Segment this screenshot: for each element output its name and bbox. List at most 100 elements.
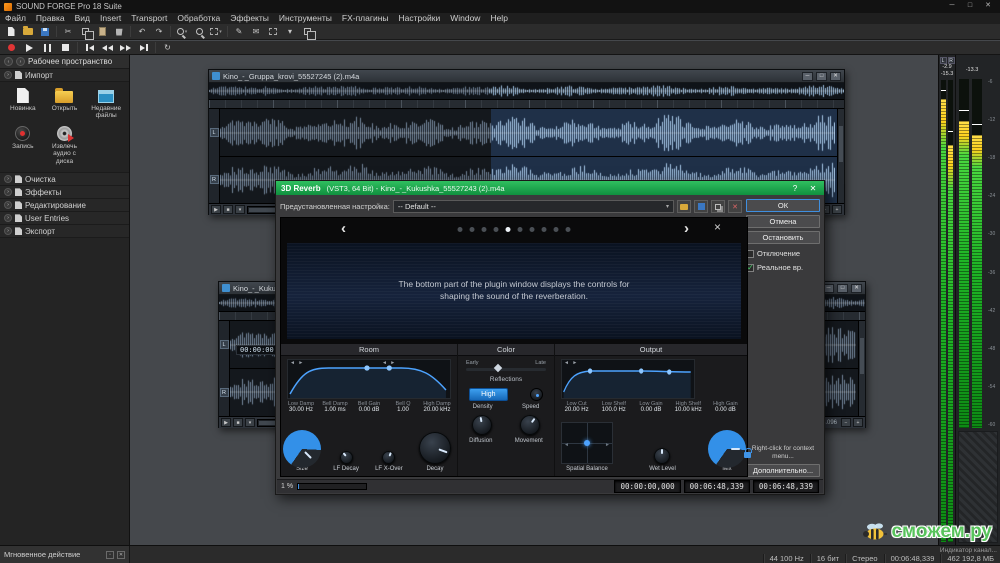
save-button[interactable] — [37, 25, 53, 39]
density-mode-button[interactable]: High — [469, 388, 507, 401]
param[interactable]: Bell Damp 1.00 ms — [318, 401, 352, 413]
reflections-slider[interactable]: Early Late — [466, 360, 546, 373]
tile-recent-files[interactable]: Недавние файлы — [86, 86, 126, 122]
forward-button[interactable] — [117, 42, 134, 54]
slider-track[interactable] — [466, 368, 546, 371]
tile-open[interactable]: Открыть — [45, 86, 85, 122]
menu-item[interactable]: Help — [485, 13, 512, 24]
sidebar-section[interactable]: › Редактирование — [0, 199, 129, 212]
menu-item[interactable]: Transport — [126, 13, 172, 24]
pause-button[interactable] — [39, 42, 56, 54]
event-tool-button[interactable] — [265, 25, 281, 39]
param[interactable]: Bell Gain 0.00 dB — [352, 401, 386, 413]
menu-item[interactable]: Вид — [70, 13, 95, 24]
new-file-button[interactable] — [3, 25, 19, 39]
preset-open-button[interactable] — [677, 200, 691, 213]
mini-marker-button[interactable]: ▾ — [235, 205, 245, 214]
doc-close-button[interactable]: ✕ — [830, 72, 841, 81]
zoom-out-button[interactable]: − — [841, 418, 851, 427]
pager-close-button[interactable]: × — [714, 220, 721, 234]
dock-icon[interactable]: ▫ — [106, 551, 114, 559]
param[interactable]: Low Damp 30.00 Hz — [284, 401, 318, 413]
edit-tool-button[interactable]: ✎ — [231, 25, 247, 39]
ok-button[interactable]: ОК — [746, 199, 820, 212]
pager-prev-button[interactable]: ‹ — [341, 218, 346, 240]
more-button[interactable]: Дополнительно... — [746, 464, 820, 477]
mini-play-button[interactable]: ▶ — [211, 205, 221, 214]
zoom-in-button[interactable]: + — [853, 418, 863, 427]
movement-knob[interactable] — [520, 415, 540, 435]
sidebar-section-import[interactable]: › Импорт — [0, 69, 129, 82]
realtime-checkbox[interactable]: Реальное вр. — [746, 263, 820, 272]
menu-item[interactable]: Window — [445, 13, 485, 24]
cut-button[interactable]: ✂ — [60, 25, 76, 39]
meter-right-badge[interactable]: R — [948, 57, 955, 64]
wet-level-knob[interactable] — [654, 448, 670, 464]
undo-button[interactable]: ↶ — [134, 25, 150, 39]
param[interactable]: High Shelf 10.00 kHz — [670, 401, 707, 413]
close-button[interactable]: ✕ — [980, 1, 996, 12]
pager-dot[interactable] — [530, 227, 535, 232]
bypass-checkbox[interactable]: Отключение — [746, 249, 820, 258]
menu-item[interactable]: Файл — [0, 13, 31, 24]
envelope-tool-button[interactable]: ✉ — [248, 25, 264, 39]
tile-record[interactable]: Запись — [3, 124, 43, 167]
stop-button[interactable]: Остановить — [746, 231, 820, 244]
redo-button[interactable]: ↷ — [151, 25, 167, 39]
loop-playback-button[interactable]: ↻ — [159, 42, 176, 54]
mini-stop-button[interactable]: ■ — [233, 418, 243, 427]
pager-dot[interactable] — [470, 227, 475, 232]
pager-dot[interactable] — [518, 227, 523, 232]
preset-delete-button[interactable]: ✕ — [728, 200, 742, 213]
pager-dot[interactable] — [494, 227, 499, 232]
channel-left-badge[interactable]: L — [210, 128, 219, 137]
param[interactable]: Low Gain 0.00 dB — [632, 401, 669, 413]
rewind-button[interactable] — [99, 42, 116, 54]
spatial-balance-pad[interactable]: ◄ ► — [561, 422, 613, 464]
zoom-tool-button[interactable]: ▾ — [174, 25, 190, 39]
nav-forward-icon[interactable]: › — [16, 57, 25, 66]
sidebar-section[interactable]: › User Entries — [0, 212, 129, 225]
lf-decay-knob[interactable] — [340, 451, 353, 464]
meter-left-badge[interactable]: L — [940, 57, 947, 64]
delete-button[interactable] — [111, 25, 127, 39]
play-button[interactable] — [21, 42, 38, 54]
menu-item[interactable]: Настройки — [394, 13, 446, 24]
pager-dot[interactable] — [482, 227, 487, 232]
cancel-button[interactable]: Отмена — [746, 215, 820, 228]
param[interactable]: Bell Q 1.00 — [386, 401, 420, 413]
diffusion-knob[interactable] — [472, 415, 492, 435]
instant-action-tab[interactable]: Мгновенное действие ▫ ✕ — [0, 546, 130, 563]
menu-item[interactable]: Правка — [31, 13, 70, 24]
pager-dot[interactable] — [506, 227, 511, 232]
menu-item[interactable]: Эффекты — [225, 13, 274, 24]
pager-dot[interactable] — [458, 227, 463, 232]
doc-close-button[interactable]: ✕ — [851, 284, 862, 293]
menu-item[interactable]: Инструменты — [274, 13, 337, 24]
maximize-button[interactable]: □ — [962, 1, 978, 12]
preset-copy-button[interactable] — [711, 200, 725, 213]
preset-save-button[interactable] — [694, 200, 708, 213]
nav-back-icon[interactable]: ‹ — [4, 57, 13, 66]
pager-next-button[interactable]: › — [684, 218, 689, 240]
channel-right-badge[interactable]: R — [210, 175, 219, 184]
go-to-end-button[interactable] — [135, 42, 152, 54]
pager-dot[interactable] — [566, 227, 571, 232]
doc-minimize-button[interactable]: ─ — [802, 72, 813, 81]
decay-knob[interactable] — [419, 432, 451, 464]
dialog-title-bar[interactable]: 3D Reverb (VST3, 64 Bit) - Kino_-_Kukush… — [276, 181, 824, 195]
menu-item[interactable]: Insert — [95, 13, 126, 24]
sidebar-section[interactable]: › Эффекты — [0, 186, 129, 199]
paste-button[interactable] — [94, 25, 110, 39]
preset-dropdown[interactable]: -- Default -- ▾ — [393, 200, 674, 213]
copy-button[interactable] — [77, 25, 93, 39]
marker-tool-button[interactable]: ▾ — [282, 25, 298, 39]
mini-play-button[interactable]: ▶ — [221, 418, 231, 427]
vertical-scrollbar[interactable] — [858, 321, 865, 416]
doc-restore-button[interactable]: □ — [816, 72, 827, 81]
go-to-start-button[interactable] — [81, 42, 98, 54]
param[interactable]: Low Shelf 100.0 Hz — [595, 401, 632, 413]
size-knob[interactable] — [287, 434, 317, 464]
dialog-close-button[interactable]: ✕ — [807, 184, 819, 193]
lf-xover-knob[interactable] — [382, 451, 395, 464]
